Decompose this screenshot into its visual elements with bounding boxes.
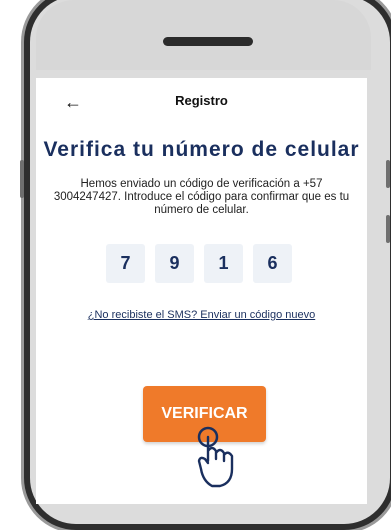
speaker-grille: [163, 37, 253, 46]
top-bar: ← Registro: [36, 78, 367, 128]
phone-side-button-right-bottom: [386, 215, 390, 243]
code-inputs: 7 9 1 6: [106, 244, 292, 283]
code-digit-4[interactable]: 6: [253, 244, 292, 283]
code-digit-1[interactable]: 7: [106, 244, 145, 283]
phone-side-button-left: [20, 160, 24, 198]
phone-side-button-right-top: [386, 160, 390, 188]
app-screen: ← Registro Verifica tu número de celular…: [36, 78, 367, 504]
code-digit-3[interactable]: 1: [204, 244, 243, 283]
code-digit-2[interactable]: 9: [155, 244, 194, 283]
verify-description: Hemos enviado un código de verificación …: [53, 178, 350, 216]
page-title: Registro: [175, 93, 228, 108]
phone-top-bezel: [36, 0, 371, 70]
pointer-hand-icon: [197, 426, 234, 488]
resend-code-link[interactable]: ¿No recibiste el SMS? Enviar un código n…: [36, 309, 367, 321]
verify-heading: Verifica tu número de celular: [43, 138, 360, 161]
